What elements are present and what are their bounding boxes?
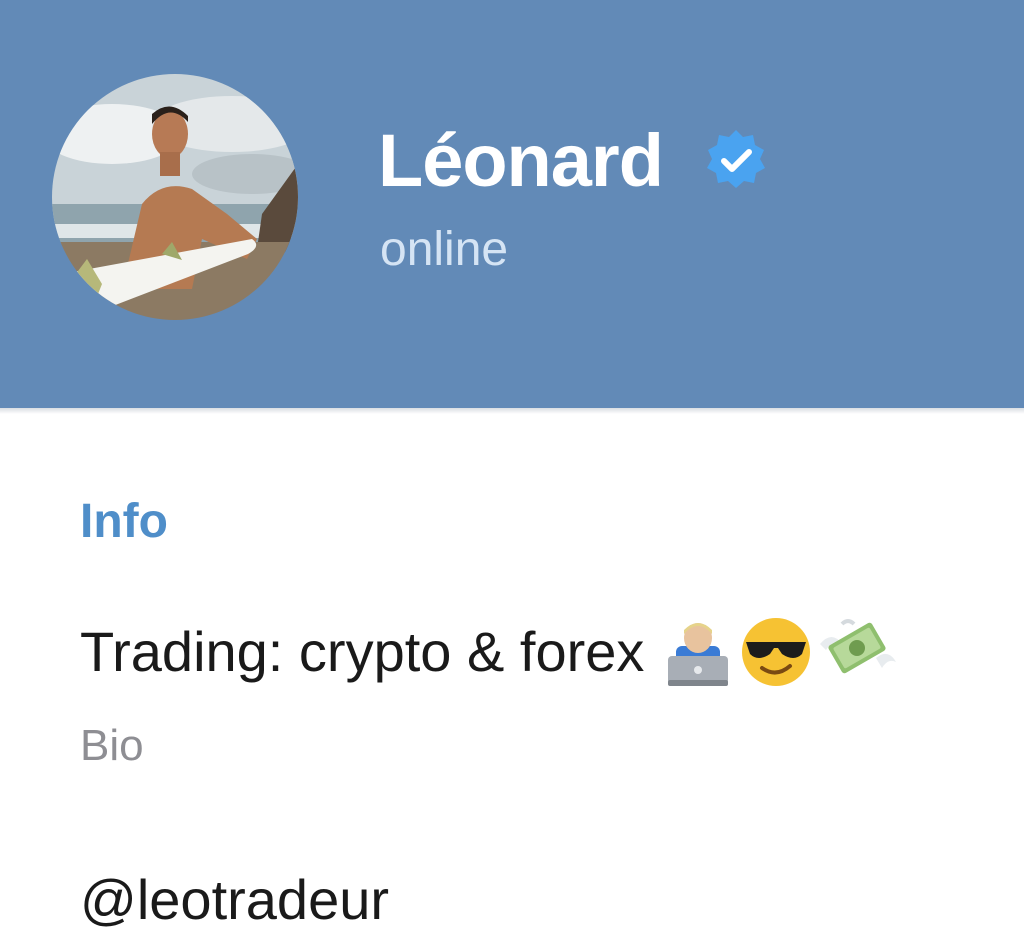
verified-badge-icon [706, 130, 765, 188]
avatar-photo [52, 74, 298, 320]
username[interactable]: @leotradeur [80, 862, 389, 938]
profile-header: Léonard online [0, 0, 1024, 408]
sunglasses-face-emoji [742, 618, 811, 686]
profile-avatar[interactable] [52, 74, 298, 320]
bio-row[interactable]: Trading: crypto & forex [80, 614, 902, 690]
bio-label: Bio [80, 721, 144, 770]
header-shadow [0, 408, 1024, 414]
name-row: Léonard [378, 116, 769, 206]
online-status: online [380, 223, 509, 276]
bio-emojis [662, 614, 902, 690]
technologist-emoji [668, 623, 729, 686]
info-section-title: Info [80, 495, 168, 548]
profile-name: Léonard [378, 119, 664, 202]
money-with-wings-emoji [820, 619, 897, 674]
bio-text: Trading: crypto & forex [80, 620, 645, 683]
